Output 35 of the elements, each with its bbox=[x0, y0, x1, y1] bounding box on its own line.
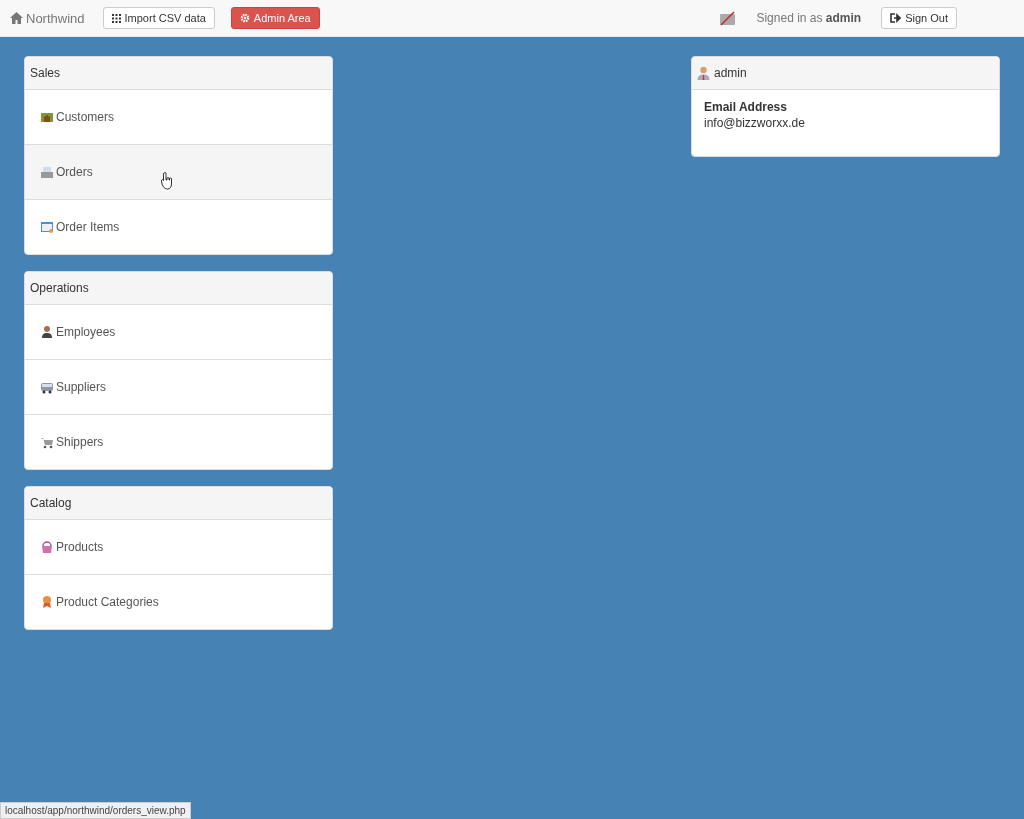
admin-area-button[interactable]: Admin Area bbox=[230, 7, 320, 29]
bus-icon bbox=[40, 380, 54, 394]
hand-cursor-icon bbox=[161, 172, 173, 190]
cash-register-icon bbox=[40, 165, 54, 179]
menu-item[interactable]: Orders bbox=[25, 144, 332, 199]
menu-item[interactable]: Suppliers bbox=[25, 359, 332, 414]
status-bar-url: localhost/app/northwind/orders_view.php bbox=[0, 802, 191, 819]
cart-icon bbox=[40, 435, 54, 449]
basket-icon bbox=[40, 540, 54, 554]
menu-item[interactable]: Product Categories bbox=[25, 574, 332, 629]
menu-item[interactable]: Customers bbox=[25, 90, 332, 144]
panel-title: Sales bbox=[30, 66, 61, 80]
sign-out-button[interactable]: Sign Out bbox=[881, 7, 957, 29]
panel-title: admin bbox=[714, 66, 747, 80]
person-icon bbox=[40, 325, 54, 339]
field-label: Email Address bbox=[704, 99, 788, 115]
email-value: info@bizzworxx.de bbox=[704, 115, 806, 131]
panel-title: Catalog bbox=[30, 496, 72, 510]
import-csv-button[interactable]: Import CSV data bbox=[102, 7, 215, 29]
signed-in-text: Signed in as admin bbox=[756, 11, 862, 25]
menu-item[interactable]: Employees bbox=[25, 305, 332, 359]
sign-out-icon bbox=[890, 13, 902, 23]
user-icon bbox=[697, 66, 710, 80]
home-icon bbox=[10, 12, 23, 24]
menu-item[interactable]: Products bbox=[25, 520, 332, 574]
no-card-icon bbox=[719, 10, 737, 26]
customers-icon bbox=[40, 110, 54, 124]
settings-icon bbox=[239, 13, 250, 23]
ribbon-icon bbox=[40, 595, 54, 609]
grid-icon bbox=[111, 13, 121, 23]
menu-item[interactable]: Order Items bbox=[25, 199, 332, 254]
panel-title: Operations bbox=[30, 281, 89, 295]
window-list-icon bbox=[40, 220, 54, 234]
brand-link[interactable]: Northwind bbox=[10, 10, 85, 26]
menu-item[interactable]: Shippers bbox=[25, 414, 332, 469]
